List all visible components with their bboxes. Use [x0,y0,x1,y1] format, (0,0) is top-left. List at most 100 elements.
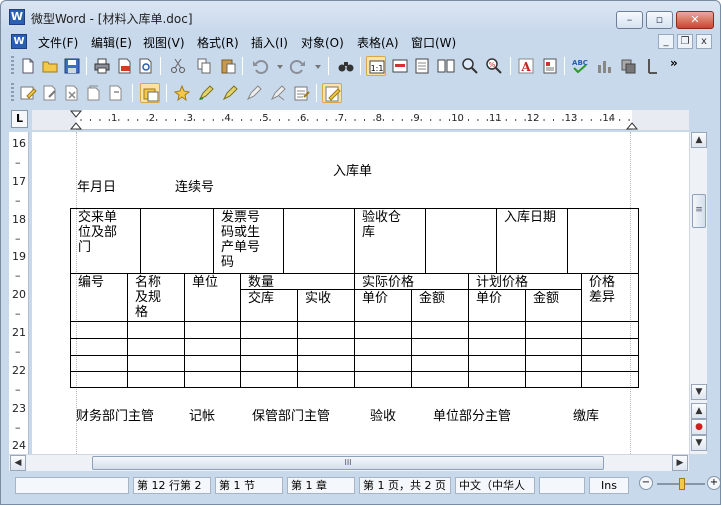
menu-insert[interactable]: 插入(I) [251,34,288,51]
menu-table[interactable]: 表格(A) [357,34,399,51]
mdi-minimize-button[interactable]: _ [658,34,674,49]
next-page-button[interactable]: ▼ [691,435,707,451]
cell-plan-amount-label[interactable]: 金额 [533,291,559,306]
cell-warehouse-label[interactable]: 验收仓库 [362,210,401,240]
footer-finance-head: 财务部门主管 [76,409,155,424]
cell-qty-received-label[interactable]: 实收 [305,291,331,306]
zoom-100-icon[interactable]: 1:1 [366,56,386,76]
document-properties-icon[interactable] [540,56,560,76]
redo-icon[interactable] [288,56,308,76]
whole-page-icon[interactable] [412,56,432,76]
tab-stop-selector[interactable]: L [11,110,28,128]
menu-view[interactable]: 视图(V) [143,34,185,51]
mdi-restore-button[interactable]: ❐ [677,34,693,49]
zoom-slider-thumb[interactable] [679,478,685,490]
cell-unit-label[interactable]: 单位 [192,275,218,290]
link-page-icon[interactable] [84,83,104,103]
cell-actual-unit-price-label[interactable]: 单价 [362,291,388,306]
cell-date-label[interactable]: 入库日期 [504,210,556,225]
cell-actual-amount-label[interactable]: 金额 [419,291,445,306]
cell-plan-price-label[interactable]: 计划价格 [476,275,528,290]
serial-number-label: 连续号 [175,180,215,195]
menu-object[interactable]: 对象(O) [301,34,344,51]
scroll-thumb[interactable]: ≡ [692,194,706,228]
maximize-button[interactable]: ▫ [646,11,673,29]
spell-check-icon[interactable]: ABC [570,56,590,76]
cell-code-label[interactable]: 编号 [78,275,104,290]
note-list-icon[interactable] [292,83,312,103]
next-page-icon[interactable] [106,83,126,103]
hscroll-thumb[interactable]: III [92,456,604,470]
two-pages-icon[interactable] [436,56,456,76]
menu-bar: W 文件(F) 编辑(E) 视图(V) 格式(R) 插入(I) 对象(O) 表格… [9,32,712,52]
footer-inspector: 验收 [370,409,397,424]
text-frame-icon[interactable] [140,83,160,103]
mdi-close-button[interactable]: x [696,34,712,49]
app-icon[interactable]: W [9,9,25,25]
menu-edit[interactable]: 编辑(E) [91,34,132,51]
chart-icon[interactable] [594,56,614,76]
scroll-right-button[interactable]: ▶ [672,455,688,471]
frame-icon[interactable] [618,56,638,76]
cell-plan-unit-price-label[interactable]: 单价 [476,291,502,306]
marker-remove-icon[interactable] [268,83,288,103]
close-button[interactable]: ✕ [676,11,714,29]
minimize-button[interactable]: – [616,11,643,29]
ruler-tick: – [15,193,21,207]
toolbar-overflow-icon[interactable]: » [670,56,678,70]
toolbar-grip[interactable] [11,56,14,76]
cell-qty-delivered-label[interactable]: 交库 [248,291,274,306]
previous-page-button[interactable]: ▲ [691,403,707,419]
zoom-percent-icon[interactable]: % [484,56,504,76]
menu-window[interactable]: 窗口(W) [411,34,456,51]
scroll-left-button[interactable]: ◀ [10,455,26,471]
vertical-scrollbar[interactable]: ▲ ≡ ▼ ▲ ● ▼ [689,132,707,454]
cell-name-label[interactable]: 名称 及规格 [135,275,161,320]
cell-price-diff-label[interactable]: 价格 差异 [589,275,615,305]
print-preview-icon[interactable] [136,56,156,76]
marker-green-icon[interactable] [196,83,216,103]
scroll-up-button[interactable]: ▲ [691,132,707,148]
delete-page-icon[interactable] [62,83,82,103]
scroll-down-button[interactable]: ▼ [691,384,707,400]
browse-object-button[interactable]: ● [691,419,707,435]
horizontal-scrollbar[interactable]: ◀ III ▶ [9,454,689,471]
cell-invoice-label[interactable]: 发票号 码或生 产单号码 [221,210,260,270]
marker-clear-icon[interactable] [244,83,264,103]
save-icon[interactable] [62,56,82,76]
page-width-icon[interactable] [390,56,410,76]
new-doc-icon[interactable] [18,56,38,76]
edit-page-icon[interactable] [40,83,60,103]
cell-actual-price-label[interactable]: 实际价格 [362,275,414,290]
horizontal-ruler[interactable]: 1 2 3 4 5 6 7 8 9 10 11 12 13 14 [32,110,689,130]
font-color-icon[interactable]: A [516,56,536,76]
cell-quantity-label[interactable]: 数量 [248,275,274,290]
export-pdf-icon[interactable] [114,56,134,76]
zoom-out-button[interactable]: − [639,476,653,490]
document-area[interactable]: 入库单 年月日 连续号 交来单 位及部 门 发票号 码或生 产单号 码 验收仓 … [32,132,689,454]
menu-file[interactable]: 文件(F) [38,34,78,51]
revision-mode-icon[interactable] [322,83,342,103]
undo-icon[interactable] [250,56,270,76]
highlight-icon[interactable] [172,83,192,103]
cell-supplier-label[interactable]: 交来单 位及部门 [78,210,117,255]
find-icon[interactable] [336,56,356,76]
vertical-ruler[interactable]: 16–17–18–19–20–21–22–23–24– [9,132,29,471]
status-insert-mode[interactable]: Ins [589,477,629,494]
cut-icon[interactable] [168,56,188,76]
redo-dropdown-icon[interactable] [308,56,321,76]
zoom-in-icon[interactable] [460,56,480,76]
menu-format[interactable]: 格式(R) [197,34,239,51]
document-icon[interactable]: W [11,34,27,49]
copy-icon[interactable] [194,56,214,76]
title-bar[interactable]: W 微型Word - [材料入库单.doc] – ▫ ✕ [1,1,720,31]
zoom-in-button[interactable]: + [707,476,720,490]
marker-yellow-icon[interactable] [220,83,240,103]
open-folder-icon[interactable] [40,56,60,76]
paste-icon[interactable] [218,56,238,76]
undo-dropdown-icon[interactable] [270,56,283,76]
toolbar-grip[interactable] [11,83,14,103]
edit-note-icon[interactable] [18,83,38,103]
line-tool-icon[interactable] [642,56,662,76]
print-icon[interactable] [92,56,112,76]
